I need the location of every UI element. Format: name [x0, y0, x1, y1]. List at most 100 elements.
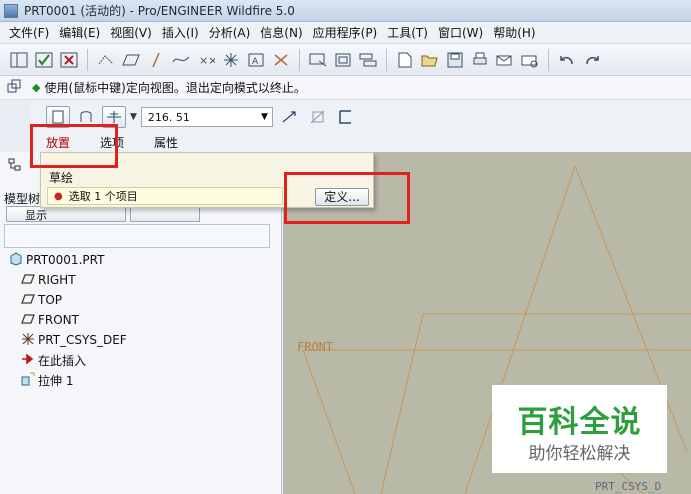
bullet-icon: ●	[54, 190, 63, 202]
main-toolbar: ×× A	[0, 44, 691, 76]
layout-icon[interactable]	[8, 49, 30, 71]
window-title: PRT0001 (活动的) - Pro/ENGINEER Wildfire 5.…	[24, 4, 295, 18]
depth-dropdown-arrow-icon[interactable]: ▼	[130, 112, 137, 122]
watermark-sub-text: 助你轻松解决	[528, 444, 631, 464]
define-button[interactable]: 定义...	[315, 188, 369, 206]
message-area: ◆ 使用(鼠标中键)定向视图。退出定向模式以终止。	[0, 76, 691, 100]
svg-text:A: A	[252, 57, 259, 67]
menu-bar: 文件(F) 编辑(E) 视图(V) 插入(I) 分析(A) 信息(N) 应用程序…	[0, 22, 691, 44]
menu-insert[interactable]: 插入(I)	[157, 24, 204, 41]
depth-value-input[interactable]: 216. 51 ▼	[140, 107, 273, 127]
title-bar: PRT0001 (活动的) - Pro/ENGINEER Wildfire 5.…	[0, 0, 691, 22]
view-manager-icon[interactable]	[307, 49, 329, 71]
check-window-icon[interactable]	[33, 49, 55, 71]
message-arrow-icon: ◆	[32, 81, 41, 94]
menu-help[interactable]: 帮助(H)	[488, 24, 540, 41]
model-tree-tab-icon[interactable]	[8, 158, 22, 175]
menu-view[interactable]: 视图(V)	[105, 24, 157, 41]
menu-info[interactable]: 信息(N)	[255, 24, 307, 41]
tree-item-label: 拉伸 1	[38, 373, 74, 388]
remove-material-icon[interactable]	[305, 106, 329, 128]
send-link-icon[interactable]	[519, 49, 541, 71]
tab-options[interactable]: 选项	[96, 132, 128, 154]
redo-icon[interactable]	[581, 49, 603, 71]
extrude-surface-icon[interactable]	[74, 106, 98, 128]
menu-applications[interactable]: 应用程序(P)	[308, 24, 383, 41]
tree-item-top[interactable]: TOP	[8, 290, 270, 310]
toolbar-separator	[386, 48, 387, 71]
sketch-collector[interactable]: ● 选取 1 个项目	[47, 187, 283, 205]
toolbar-separator	[299, 48, 300, 71]
tree-item-label: 在此插入	[38, 353, 87, 368]
dashboard-tools: ▼ 216. 51 ▼	[46, 106, 357, 128]
flip-direction-icon[interactable]	[277, 106, 301, 128]
undo-icon[interactable]	[556, 49, 578, 71]
sketch-label: 草绘	[49, 171, 74, 185]
front-datum-label: FRONT	[297, 340, 334, 354]
model-tree: PRT0001.PRT RIGHT TOP FRONT PRT_CSYS_DEF	[8, 250, 270, 490]
layers-icon[interactable]	[357, 49, 379, 71]
navigator-tabs	[8, 158, 22, 175]
thicken-icon[interactable]	[333, 106, 357, 128]
axis-display-icon[interactable]	[145, 49, 167, 71]
tree-item-extrude[interactable]: 拉伸 1	[8, 370, 270, 390]
insert-here-arrow-icon	[20, 352, 36, 369]
save-icon[interactable]	[444, 49, 466, 71]
tree-item-label: TOP	[38, 293, 63, 307]
app-icon	[4, 3, 18, 18]
extrude-icon	[20, 372, 36, 389]
chevron-down-icon: ▼	[261, 112, 268, 122]
tab-properties[interactable]: 属性	[150, 132, 182, 154]
svg-text:××: ××	[199, 54, 215, 67]
plane-display-icon[interactable]	[120, 49, 142, 71]
tab-placement[interactable]: 放置	[42, 132, 75, 154]
menu-window[interactable]: 窗口(W)	[433, 24, 488, 41]
settings-button[interactable]	[130, 206, 200, 222]
print-icon[interactable]	[469, 49, 491, 71]
menu-tools[interactable]: 工具(T)	[382, 24, 433, 41]
tree-item-label: RIGHT	[38, 273, 76, 287]
tree-item-csys[interactable]: PRT_CSYS_DEF	[8, 330, 270, 350]
orient-icon	[6, 78, 22, 97]
send-mail-icon[interactable]	[494, 49, 516, 71]
close-window-icon[interactable]	[58, 49, 80, 71]
placement-panel: 草绘 ● 选取 1 个项目 定义...	[40, 152, 374, 208]
menu-edit[interactable]: 编辑(E)	[54, 24, 105, 41]
part-icon	[8, 251, 24, 269]
datum-plane-icon	[20, 292, 36, 309]
extrude-solid-icon[interactable]	[46, 106, 70, 128]
menu-file[interactable]: 文件(F)	[4, 24, 54, 41]
tree-item-label: PRT0001.PRT	[26, 253, 105, 267]
tree-item-insert-here[interactable]: 在此插入	[8, 350, 270, 370]
csys-display-icon[interactable]	[220, 49, 242, 71]
tree-item-root[interactable]: PRT0001.PRT	[8, 250, 270, 270]
datum-plane-icon	[20, 312, 36, 329]
saved-views-icon[interactable]	[332, 49, 354, 71]
tree-item-label: FRONT	[38, 313, 79, 327]
tree-item-label: PRT_CSYS_DEF	[38, 333, 127, 347]
toolbar-separator	[548, 48, 549, 71]
tree-item-front[interactable]: FRONT	[8, 310, 270, 330]
dashboard-tabs: 放置 选项 属性	[42, 132, 182, 154]
tree-item-right[interactable]: RIGHT	[8, 270, 270, 290]
open-folder-icon[interactable]	[419, 49, 441, 71]
datum-display-icon[interactable]	[95, 49, 117, 71]
menu-analysis[interactable]: 分析(A)	[204, 24, 256, 41]
depth-option-icon[interactable]	[102, 106, 126, 128]
spin-center-icon[interactable]	[270, 49, 292, 71]
watermark-main-text: 百科全说	[517, 405, 642, 440]
new-file-icon[interactable]	[394, 49, 416, 71]
datum-plane-icon	[20, 272, 36, 289]
depth-value-text: 216. 51	[147, 110, 190, 124]
collector-text: 选取 1 个项目	[68, 190, 138, 203]
csys-icon	[20, 332, 36, 349]
extrude-dashboard: ▼ 216. 51 ▼ 放置 选项 属性	[30, 100, 691, 154]
curve-display-icon[interactable]	[170, 49, 192, 71]
annotation-display-icon[interactable]: A	[245, 49, 267, 71]
point-display-icon[interactable]: ××	[195, 49, 217, 71]
tree-header	[4, 224, 270, 248]
model-tree-label: 模型树	[4, 192, 41, 206]
show-button[interactable]: 显示	[6, 206, 126, 222]
csys-datum-label: PRT_CSYS_D	[595, 480, 662, 493]
toolbar-separator	[87, 48, 88, 71]
